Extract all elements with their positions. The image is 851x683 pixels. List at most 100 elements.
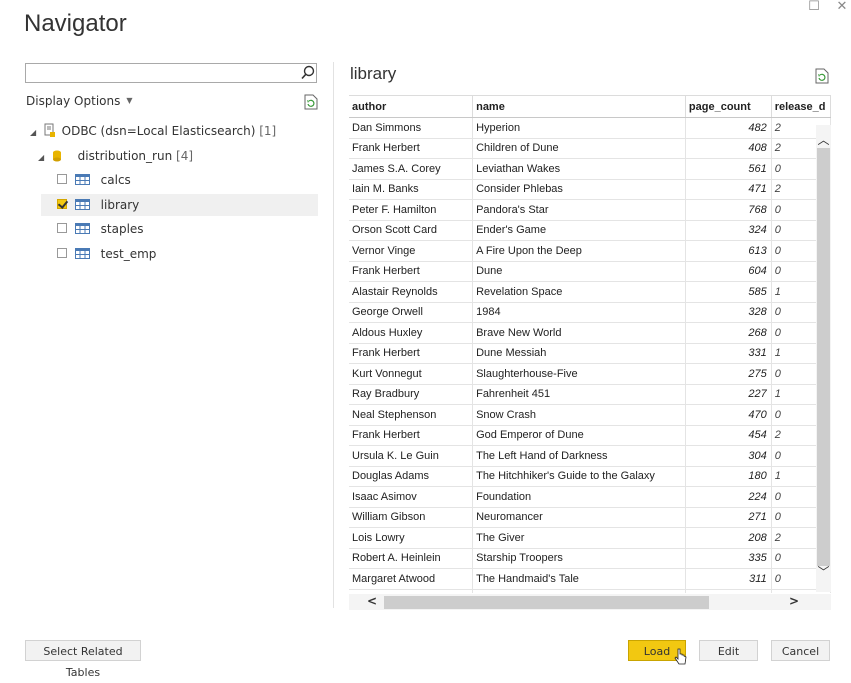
preview-table[interactable]: author name page_count release_d Dan Sim… [349, 95, 831, 593]
close-button[interactable]: ✕ [833, 0, 851, 16]
cell-page-count[interactable]: 613 [685, 240, 772, 262]
table-row[interactable]: Peter F. Hamilton Pandora's Star 768 0 [349, 199, 831, 221]
cell-page-count[interactable]: 208 [685, 527, 772, 549]
table-row[interactable]: Frank Herbert Dune Messiah 331 1 [349, 343, 831, 364]
cell-author[interactable]: Frank Herbert [349, 138, 474, 159]
cell-name[interactable]: God Emperor of Dune [472, 425, 686, 446]
cell-name[interactable]: Foundation [472, 486, 686, 508]
cell-name[interactable]: A Fire Upon the Deep [472, 240, 686, 262]
cell-page-count[interactable]: 604 [685, 261, 772, 282]
display-options-dropdown[interactable]: Display Options ▼ [26, 94, 133, 108]
cell-name[interactable]: The Left Hand of Darkness [472, 445, 686, 467]
cell-name[interactable]: Dune Messiah [472, 343, 686, 364]
table-row[interactable]: Orson Scott Card Ender's Game 324 0 [349, 220, 831, 241]
tree-item-staples[interactable]: staples [57, 218, 144, 240]
scroll-left-icon[interactable]: < [364, 594, 380, 608]
cell-name[interactable]: Slaughterhouse-Five [472, 363, 686, 385]
cell-author[interactable]: Douglas Adams [349, 466, 474, 487]
cell-author[interactable]: Robert A. Heinlein [349, 548, 474, 569]
cell-author[interactable]: Dan Simmons [349, 117, 474, 139]
refresh-icon[interactable] [304, 94, 318, 110]
cell-author[interactable] [349, 589, 474, 593]
table-row[interactable]: Robert A. Heinlein Starship Troopers 335 0 [349, 548, 831, 569]
cell-name[interactable]: Snow Crash [472, 404, 686, 426]
cell-name[interactable]: The Giver [472, 527, 686, 549]
table-row[interactable]: Frank Herbert God Emperor of Dune 454 2 [349, 425, 831, 446]
cell-author[interactable]: James S.A. Corey [349, 158, 474, 180]
cell-author[interactable]: Margaret Atwood [349, 568, 474, 590]
cell-name[interactable]: Ender's Game [472, 220, 686, 241]
cell-author[interactable]: Isaac Asimov [349, 486, 474, 508]
column-header-release-date[interactable]: release_d [771, 96, 831, 118]
cell-author[interactable]: Vernor Vinge [349, 240, 474, 262]
cell-author[interactable]: Frank Herbert [349, 261, 474, 282]
panel-divider[interactable] [333, 62, 334, 608]
expand-arrow-icon[interactable]: ◢ [30, 122, 40, 144]
cell-name[interactable]: The Handmaid's Tale [472, 568, 686, 590]
cell-author[interactable]: Ray Bradbury [349, 384, 474, 405]
cell-author[interactable]: Frank Herbert [349, 425, 474, 446]
tree-item-calcs[interactable]: calcs [57, 169, 318, 191]
select-related-tables-button[interactable]: Select Related Tables [25, 640, 141, 679]
table-row[interactable]: Iain M. Banks Consider Phlebas 471 2 [349, 179, 831, 200]
table-row[interactable]: Frank Herbert Children of Dune 408 2 [349, 138, 831, 159]
cell-name[interactable] [472, 589, 686, 593]
table-row[interactable]: Lois Lowry The Giver 208 2 [349, 527, 831, 549]
cell-author[interactable]: Alastair Reynolds [349, 281, 474, 303]
table-row[interactable]: Ray Bradbury Fahrenheit 451 227 1 [349, 384, 831, 405]
column-header-page-count[interactable]: page_count [685, 96, 772, 118]
cell-author[interactable]: Iain M. Banks [349, 179, 474, 200]
cell-author[interactable]: Lois Lowry [349, 527, 474, 549]
cell-author[interactable]: Kurt Vonnegut [349, 363, 474, 385]
table-row[interactable]: Alastair Reynolds Revelation Space 585 1 [349, 281, 831, 303]
scroll-down-icon[interactable]: ﹀ [816, 563, 831, 580]
cell-page-count[interactable]: 561 [685, 158, 772, 180]
cell-page-count[interactable]: 224 [685, 486, 772, 508]
cell-name[interactable]: Neuromancer [472, 507, 686, 528]
library-checkbox[interactable] [57, 199, 67, 209]
cell-page-count[interactable]: 482 [685, 117, 772, 139]
cell-page-count[interactable]: 328 [685, 302, 772, 323]
search-icon[interactable] [300, 64, 316, 82]
cell-author[interactable]: Orson Scott Card [349, 220, 474, 241]
maximize-button[interactable]: ☐ [805, 0, 823, 16]
table-row[interactable] [349, 589, 831, 593]
cell-name[interactable]: Pandora's Star [472, 199, 686, 221]
column-header-author[interactable]: author [349, 96, 474, 118]
table-row[interactable]: Ursula K. Le Guin The Left Hand of Darkne… [349, 445, 831, 467]
cell-name[interactable]: Dune [472, 261, 686, 282]
table-row[interactable]: George Orwell 1984 328 0 [349, 302, 831, 323]
tree-item-library[interactable]: library [41, 194, 318, 216]
table-row[interactable]: Margaret Atwood The Handmaid's Tale 311 0 [349, 568, 831, 590]
cell-author[interactable]: Peter F. Hamilton [349, 199, 474, 221]
column-header-name[interactable]: name [472, 96, 686, 118]
cell-page-count[interactable]: 471 [685, 179, 772, 200]
horizontal-scroll-thumb[interactable] [384, 596, 709, 609]
cell-name[interactable]: Leviathan Wakes [472, 158, 686, 180]
table-row[interactable]: James S.A. Corey Leviathan Wakes 561 0 [349, 158, 831, 180]
cell-author[interactable]: Aldous Huxley [349, 322, 474, 344]
table-row[interactable]: William Gibson Neuromancer 271 0 [349, 507, 831, 528]
cell-page-count[interactable]: 335 [685, 548, 772, 569]
cell-name[interactable]: Fahrenheit 451 [472, 384, 686, 405]
edit-button[interactable]: Edit [699, 640, 758, 661]
cell-name[interactable]: Brave New World [472, 322, 686, 344]
cell-name[interactable]: Starship Troopers [472, 548, 686, 569]
expand-arrow-icon[interactable]: ◢ [38, 147, 48, 169]
vertical-scroll-thumb[interactable] [817, 148, 830, 566]
table-row[interactable]: Aldous Huxley Brave New World 268 0 [349, 322, 831, 344]
calcs-checkbox[interactable] [57, 174, 67, 184]
cell-page-count[interactable]: 324 [685, 220, 772, 241]
cell-page-count[interactable]: 311 [685, 568, 772, 590]
cell-page-count[interactable]: 768 [685, 199, 772, 221]
cell-page-count[interactable]: 275 [685, 363, 772, 385]
cell-page-count[interactable]: 470 [685, 404, 772, 426]
cell-page-count[interactable]: 331 [685, 343, 772, 364]
cell-name[interactable]: Children of Dune [472, 138, 686, 159]
table-row[interactable]: Dan Simmons Hyperion 482 2 [349, 117, 831, 139]
table-row[interactable]: Vernor Vinge A Fire Upon the Deep 613 0 [349, 240, 831, 262]
table-row[interactable]: Neal Stephenson Snow Crash 470 0 [349, 404, 831, 426]
table-row[interactable]: Douglas Adams The Hitchhiker's Guide to t… [349, 466, 831, 487]
cell-page-count[interactable]: 268 [685, 322, 772, 344]
cell-author[interactable]: Neal Stephenson [349, 404, 474, 426]
